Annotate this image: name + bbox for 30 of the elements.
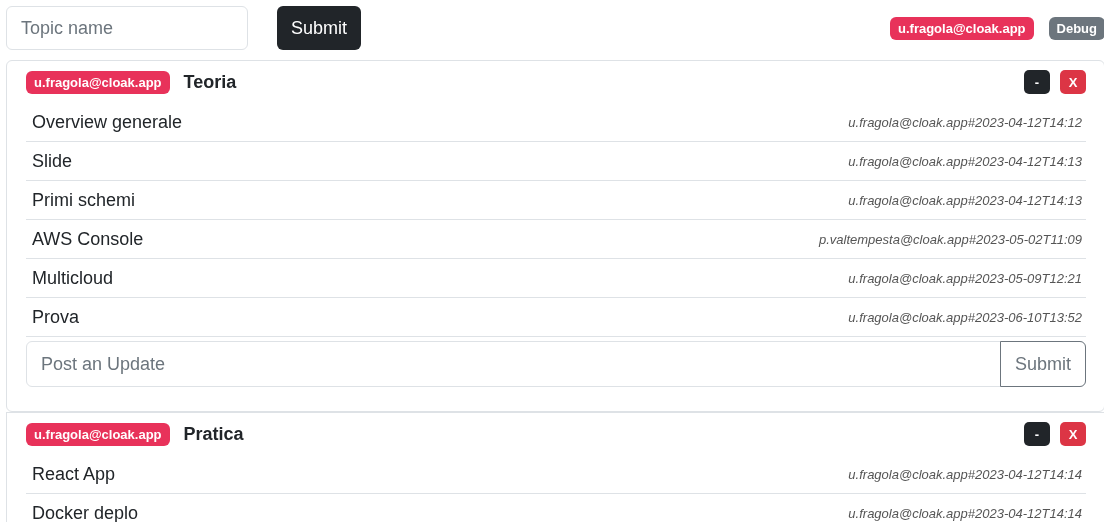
delete-button[interactable]: X (1060, 70, 1086, 94)
delete-button[interactable]: X (1060, 422, 1086, 446)
update-meta: u.fragola@cloak.app#2023-04-12T14:12 (848, 114, 1082, 130)
submit-button[interactable]: Submit (277, 6, 362, 50)
post-submit-button[interactable]: Submit (999, 341, 1086, 387)
update-meta: u.fragola@cloak.app#2023-04-12T14:14 (848, 466, 1082, 482)
update-text: Prova (32, 306, 80, 328)
update-text: Primi schemi (32, 189, 135, 211)
author-badge: u.fragola@cloak.app (26, 70, 170, 94)
update-meta: u.fragola@cloak.app#2023-04-12T14:13 (848, 192, 1082, 208)
topic-title: Teoria (183, 71, 237, 93)
update-text: React App (32, 463, 116, 485)
debug-badge[interactable]: Debug (1048, 16, 1104, 40)
collapse-button[interactable]: - (1024, 422, 1050, 446)
update-text: Overview generale (32, 111, 183, 133)
update-text: Multicloud (32, 267, 114, 289)
topic-name-field[interactable]: Topic name (6, 6, 248, 50)
update-meta: p.valtempesta@cloak.app#2023-05-02T11:09 (819, 231, 1082, 247)
update-meta: u.fragola@cloak.app#2023-04-12T14:14 (848, 505, 1082, 521)
post-field[interactable]: Post an Update Submit (26, 341, 1086, 387)
update-meta: u.fragola@cloak.app#2023-06-10T13:52 (848, 309, 1082, 325)
collapse-button[interactable]: - (1024, 70, 1050, 94)
update-text: Slide (32, 150, 73, 172)
author-badge: u.fragola@cloak.app (26, 422, 170, 446)
user-badge: u.fragola@cloak.app (890, 16, 1034, 40)
update-text: Docker deplo (32, 502, 139, 522)
update-text: AWS Console (32, 228, 144, 250)
update-meta: u.fragola@cloak.app#2023-05-09T12:21 (848, 270, 1082, 286)
topic-title: Pratica (183, 423, 244, 445)
update-meta: u.fragola@cloak.app#2023-04-12T14:13 (848, 153, 1082, 169)
